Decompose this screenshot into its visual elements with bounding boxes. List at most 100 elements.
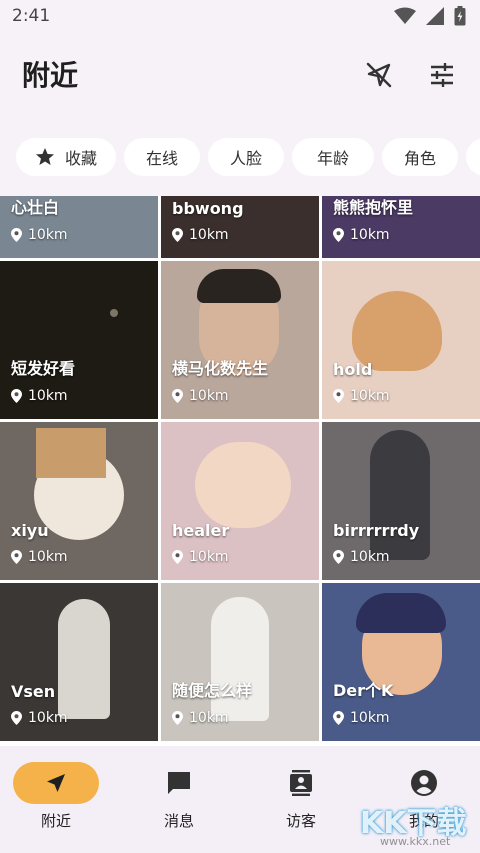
message-icon: [168, 772, 190, 794]
nav-nearby[interactable]: 附近: [1, 762, 111, 838]
visitor-card-icon: [290, 770, 312, 796]
user-tile[interactable]: 熊熊抱怀里 10km: [322, 196, 480, 258]
user-distance: 10km: [172, 710, 229, 726]
chip-online[interactable]: 在线: [124, 138, 200, 176]
battery-icon: [454, 6, 466, 26]
status-time: 2:41: [12, 6, 51, 26]
nav-visitors[interactable]: 访客: [246, 762, 356, 838]
distance-label: 10km: [350, 227, 390, 243]
nav-label: 我的: [408, 812, 439, 830]
location-pin-icon: [172, 389, 183, 403]
user-distance: 10km: [172, 227, 229, 243]
location-pin-icon: [11, 389, 22, 403]
user-distance: 10km: [333, 227, 390, 243]
location-pin-icon: [11, 228, 22, 242]
status-bar: 2:41: [0, 0, 480, 32]
chip-favorites[interactable]: 收藏: [16, 138, 116, 176]
nav-active-indicator: [13, 762, 99, 804]
user-distance: 10km: [333, 388, 390, 404]
user-tile[interactable]: Der个K 10km: [322, 583, 480, 741]
cartoon-figure: [195, 442, 291, 528]
user-distance: 10km: [333, 549, 390, 565]
wifi-icon: [394, 7, 416, 24]
bottom-navigation: 附近 消息 访客 我的: [0, 746, 480, 853]
user-name: healer: [172, 521, 230, 540]
user-tile[interactable]: 短发好看 10km: [0, 261, 158, 419]
user-name: 随便怎么样: [172, 681, 253, 700]
user-name: 心壮白: [11, 198, 60, 217]
user-name: birrrrrrdy: [333, 521, 420, 540]
chip-label: 角色: [403, 149, 436, 168]
user-tile[interactable]: healer 10km: [161, 422, 319, 580]
user-name: hold: [333, 360, 373, 379]
navigation-arrow-icon: [47, 774, 65, 792]
user-distance: 10km: [172, 388, 229, 404]
chip-age[interactable]: 年龄: [292, 138, 374, 176]
user-name: Der个K: [333, 681, 394, 700]
chip-label: 收藏: [64, 149, 97, 168]
location-pin-icon: [172, 711, 183, 725]
moon-decoration: [110, 309, 118, 317]
user-tile[interactable]: birrrrrrdy 10km: [322, 422, 480, 580]
location-pin-icon: [11, 711, 22, 725]
location-off-button[interactable]: [362, 58, 396, 92]
chip-label: 在线: [145, 149, 178, 168]
nav-label: 附近: [40, 812, 71, 830]
user-distance: 10km: [11, 227, 68, 243]
chip-face[interactable]: 人脸: [208, 138, 284, 176]
nav-label: 访客: [285, 812, 316, 830]
distance-label: 10km: [350, 710, 390, 726]
user-distance: 10km: [333, 710, 390, 726]
tune-icon: [431, 63, 453, 87]
nav-label: 消息: [163, 812, 194, 830]
nav-profile[interactable]: 我的: [369, 762, 479, 838]
location-pin-icon: [333, 711, 344, 725]
person-figure: [370, 430, 430, 560]
user-distance: 10km: [11, 549, 68, 565]
user-distance: 10km: [11, 710, 68, 726]
paper-bag: [36, 428, 106, 478]
distance-label: 10km: [189, 227, 229, 243]
status-icons: [394, 6, 466, 26]
person-figure: [211, 597, 269, 721]
filter-chip-row: 收藏 在线 人脸 年龄 角色: [0, 120, 480, 196]
user-tile[interactable]: xiyu 10km: [0, 422, 158, 580]
user-distance: 10km: [11, 388, 68, 404]
nav-messages[interactable]: 消息: [124, 762, 234, 838]
nearby-users-grid: 心壮白 10km bbwong 10km 熊熊抱怀里 10km 短发好看 10k…: [0, 196, 480, 746]
location-pin-icon: [333, 228, 344, 242]
top-app-bar: 附近: [0, 32, 480, 120]
person-figure: [58, 599, 110, 719]
user-name: xiyu: [11, 521, 49, 540]
chip-more[interactable]: [466, 138, 480, 176]
user-tile[interactable]: 随便怎么样 10km: [161, 583, 319, 741]
user-name: Vsen: [11, 682, 56, 701]
user-tile[interactable]: hold 10km: [322, 261, 480, 419]
chip-label: 人脸: [229, 149, 262, 168]
user-tile[interactable]: 心壮白 10km: [0, 196, 158, 258]
location-pin-icon: [333, 550, 344, 564]
distance-label: 10km: [350, 388, 390, 404]
user-tile[interactable]: 横马化数先生 10km: [161, 261, 319, 419]
user-tile[interactable]: Vsen 10km: [0, 583, 158, 741]
location-pin-icon: [172, 228, 183, 242]
avatar-hair: [197, 269, 281, 303]
location-off-icon: [366, 62, 392, 88]
distance-label: 10km: [350, 549, 390, 565]
chip-role[interactable]: 角色: [382, 138, 458, 176]
distance-label: 10km: [28, 549, 68, 565]
cartoon-hair: [356, 593, 446, 633]
user-tile[interactable]: bbwong 10km: [161, 196, 319, 258]
signal-icon: [426, 7, 444, 25]
user-name: 横马化数先生: [172, 359, 269, 378]
capybara-figure: [352, 291, 442, 371]
filter-settings-button[interactable]: [425, 58, 459, 92]
distance-label: 10km: [28, 227, 68, 243]
location-pin-icon: [11, 550, 22, 564]
user-name: 熊熊抱怀里: [333, 198, 414, 217]
location-pin-icon: [333, 389, 344, 403]
distance-label: 10km: [28, 388, 68, 404]
star-icon: [35, 148, 54, 165]
user-name: 短发好看: [11, 359, 76, 378]
distance-label: 10km: [28, 710, 68, 726]
